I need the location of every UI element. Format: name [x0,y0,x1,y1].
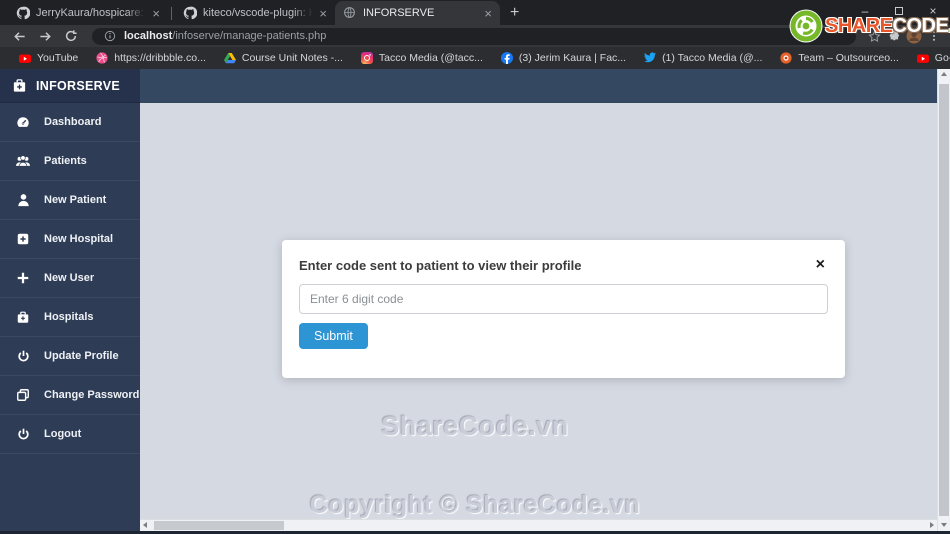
browser-tab[interactable]: JerryKaura/hospicare: second yea × [8,1,168,25]
browser-tab[interactable]: kiteco/vscode-plugin: Kite Autoc × [175,1,335,25]
scroll-down-icon[interactable] [941,523,947,527]
bookmark-label: Tacco Media (@tacc... [378,52,483,64]
vertical-scroll-thumb[interactable] [939,84,949,516]
sidebar-item-label: New Hospital [44,233,114,245]
tab-title: kiteco/vscode-plugin: Kite Autoc [203,7,314,19]
drive-icon [223,52,236,64]
target-icon [780,52,793,64]
submit-button[interactable]: Submit [299,323,368,349]
horizontal-scrollbar[interactable] [140,519,937,531]
browser-tab[interactable]: INFORSERVE × [335,1,500,25]
site-info-icon[interactable] [102,30,118,42]
url-text: localhost/infoserve/manage-patients.php [124,30,326,42]
scroll-up-icon[interactable] [941,72,947,76]
users-icon [15,154,31,168]
sidebar-item-label: Dashboard [44,116,102,128]
bookmarks-bar: YouTube https://dribbble.co... Course Unit… [0,47,950,69]
bookmark-item[interactable]: YouTube [10,52,87,64]
bookmark-label: (1) Tacco Media (@... [662,52,763,64]
twitter-icon [644,52,657,64]
new-tab-button[interactable]: + [510,4,519,22]
logo-share-text: SHARE [825,14,893,37]
bookmark-label: (3) Jerim Kaura | Fac... [518,52,627,64]
sidebar-item-dashboard[interactable]: Dashboard [0,103,140,142]
tab-title: INFORSERVE [363,7,435,19]
sidebar-item-hospitals[interactable]: Hospitals [0,298,140,337]
globe-icon [343,6,357,20]
tab-title: JerryKaura/hospicare: second yea [36,7,146,19]
bookmark-label: https://dribbble.co... [114,52,206,64]
hospital-icon [15,310,31,324]
bookmark-item[interactable]: Course Unit Notes -... [215,52,352,64]
copyright-watermark: Copyright © ShareCode.vn [309,491,641,519]
bookmark-item[interactable]: Go-Back-N ARQ (S... [908,52,950,64]
code-modal: Enter code sent to patient to view their… [282,240,845,378]
forward-icon[interactable] [34,29,56,44]
tab-separator [171,7,172,20]
sidebar-item-label: Update Profile [44,350,119,362]
page-topbar [140,69,937,103]
clone-icon [15,388,31,402]
user-icon [15,193,31,207]
bookmark-item[interactable]: https://dribbble.co... [87,52,215,64]
instagram-icon [360,52,373,64]
bookmark-item[interactable]: Team – Outsourceo... [771,52,907,64]
bookmark-label: Course Unit Notes -... [241,52,343,64]
back-icon[interactable] [8,29,30,44]
hospital-brand-icon [12,78,27,93]
app-brand[interactable]: INFORSERVE [0,69,140,103]
youtube-icon [916,52,929,64]
address-bar[interactable]: localhost/infoserve/manage-patients.php [92,27,856,45]
horizontal-scroll-thumb[interactable] [154,521,284,530]
youtube-icon [19,52,31,64]
url-host: localhost [124,30,173,42]
sharecode-logo-icon [789,9,823,43]
dashboard-icon [15,115,31,129]
power-icon [15,349,31,363]
sidebar-menu: Dashboard Patients New Patient New Hospital… [0,103,140,454]
sidebar-item-label: Change Password [44,389,140,401]
reload-icon[interactable] [60,29,82,43]
modal-close-icon[interactable]: × [816,257,825,273]
sidebar-item-label: New User [44,272,95,284]
modal-title: Enter code sent to patient to view their… [299,258,582,273]
scroll-left-icon[interactable] [143,522,147,528]
app-sidebar: INFORSERVE Dashboard Patients New Patient N… [0,69,140,534]
vertical-scrollbar[interactable] [937,69,950,534]
dribbble-icon [96,52,108,64]
bookmark-item[interactable]: (1) Tacco Media (@... [635,52,771,64]
sidebar-item-label: Patients [44,155,87,167]
sidebar-item-patients[interactable]: Patients [0,142,140,181]
sidebar-item-new-user[interactable]: New User [0,259,140,298]
app-brand-label: INFORSERVE [36,78,121,93]
tab-close-icon[interactable]: × [152,7,160,20]
bookmark-item[interactable]: Tacco Media (@tacc... [352,52,492,64]
github-icon [183,6,197,20]
bookmark-label: YouTube [37,52,79,64]
tab-close-icon[interactable]: × [484,7,492,20]
sidebar-item-label: Hospitals [44,311,94,323]
github-icon [16,6,30,20]
code-input[interactable] [299,284,828,314]
sharecode-logo-text: SHARECODE.vn [825,15,950,38]
sidebar-item-label: New Patient [44,194,107,206]
scroll-right-icon[interactable] [930,522,934,528]
bookmark-item[interactable]: (3) Jerim Kaura | Fac... [492,52,635,64]
url-path: /infoserve/manage-patients.php [172,30,327,42]
sidebar-item-update-profile[interactable]: Update Profile [0,337,140,376]
tab-close-icon[interactable]: × [319,7,327,20]
bookmark-label: Team – Outsourceo... [798,52,899,64]
plus-icon [15,271,31,285]
sharecode-logo: SHARECODE.vn [789,9,950,43]
sharecode-watermark: ShareCode.vn [381,411,569,441]
logo-code-text: CODE [892,14,949,37]
browser-window: JerryKaura/hospicare: second yea×kiteco/… [0,0,950,534]
tabs-container: JerryKaura/hospicare: second yea×kiteco/… [8,0,500,25]
plus-square-icon [15,232,31,246]
bookmark-label: Go-Back-N ARQ (S... [934,52,950,64]
sidebar-item-new-hospital[interactable]: New Hospital [0,220,140,259]
sidebar-item-change-password[interactable]: Change Password [0,376,140,415]
sidebar-item-new-patient[interactable]: New Patient [0,181,140,220]
facebook-icon [500,52,513,64]
